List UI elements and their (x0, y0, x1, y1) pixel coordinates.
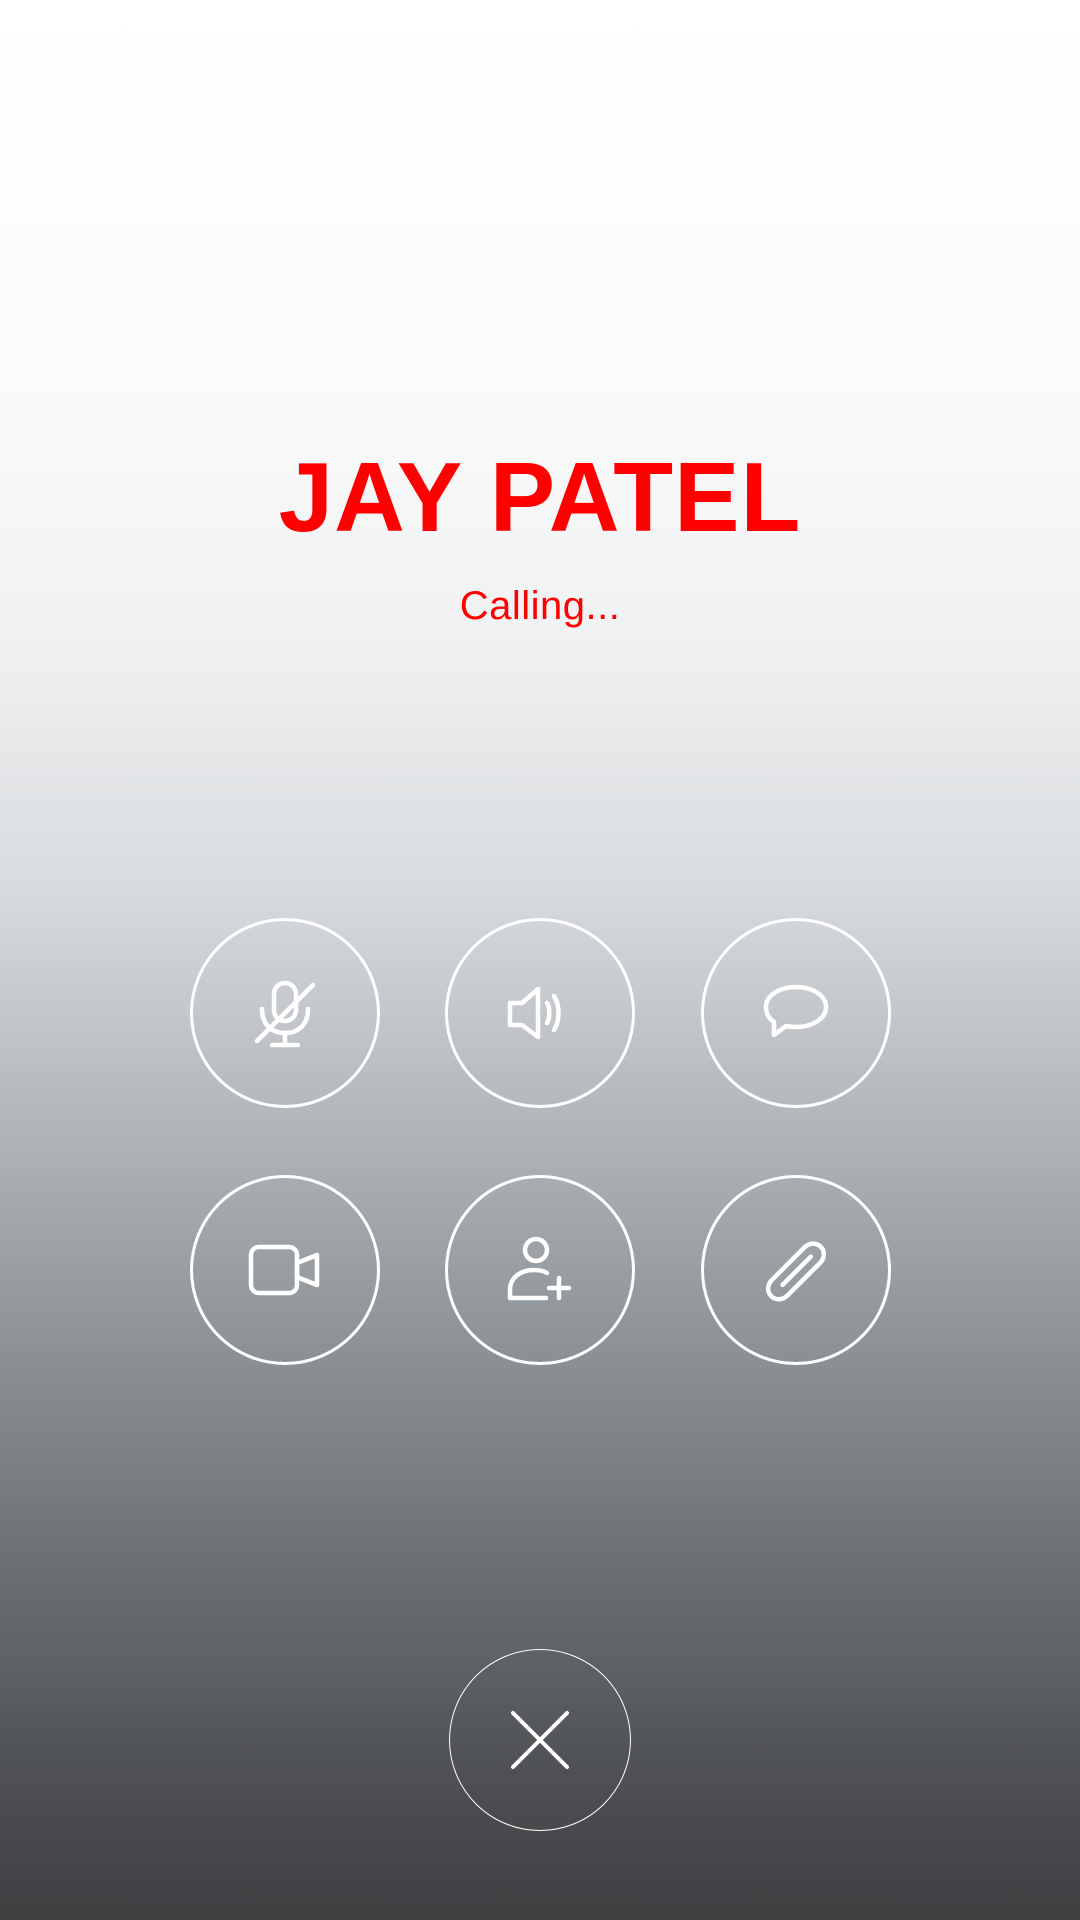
end-call-button[interactable] (449, 1649, 631, 1831)
attach-button[interactable] (701, 1175, 891, 1365)
video-button[interactable] (190, 1175, 380, 1365)
add-person-icon (507, 1236, 572, 1301)
call-status: Calling... (459, 584, 621, 628)
paperclip-icon (765, 1241, 827, 1302)
speaker-icon (507, 986, 561, 1040)
close-icon (511, 1711, 569, 1769)
chat-bubble-icon (763, 984, 829, 1038)
mute-button[interactable] (190, 918, 380, 1108)
caller-name: JAY PATEL (278, 442, 802, 552)
add-participant-button[interactable] (445, 1175, 635, 1365)
microphone-muted-icon (254, 980, 316, 1048)
speaker-button[interactable] (445, 918, 635, 1108)
message-button[interactable] (701, 918, 891, 1108)
video-camera-icon (248, 1244, 320, 1296)
